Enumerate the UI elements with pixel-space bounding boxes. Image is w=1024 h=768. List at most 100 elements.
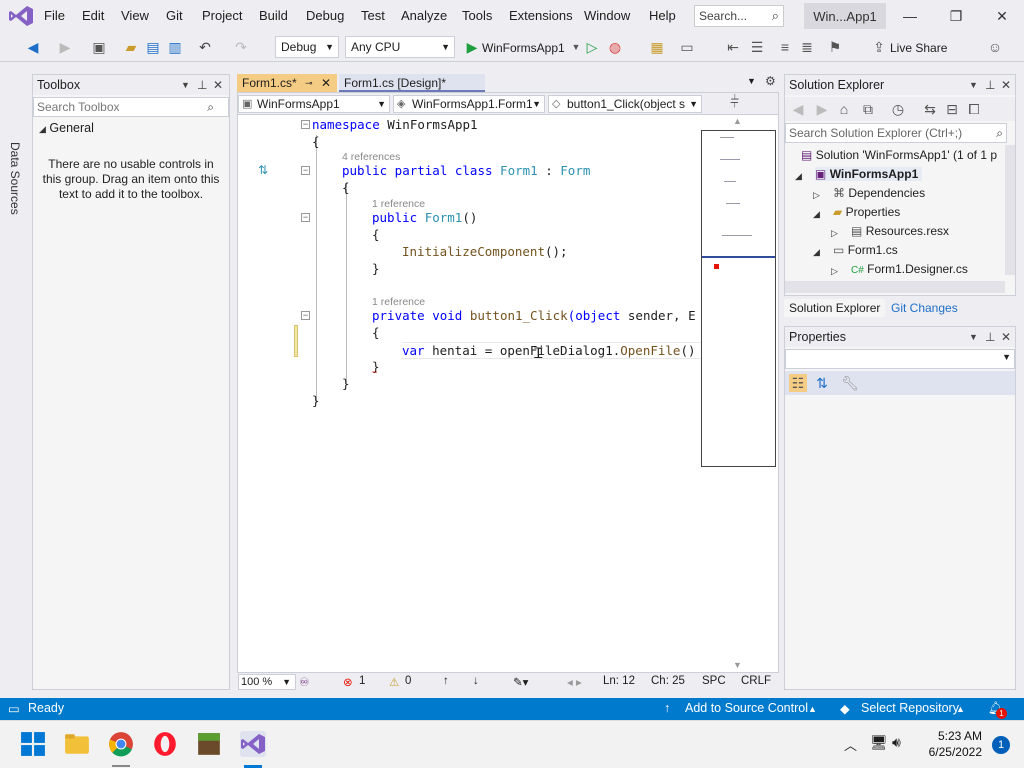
collapse-icon[interactable]: − — [301, 213, 310, 222]
code-line-brace[interactable]: } — [312, 393, 320, 408]
code-line-class[interactable]: public partial class Form1 : Form — [342, 163, 590, 178]
volume-icon[interactable]: 🔊︎ — [892, 734, 901, 751]
code-line-namespace[interactable]: namespace WinFormsApp1 — [312, 117, 478, 132]
back-icon[interactable]: ◀ — [24, 38, 42, 56]
restore-icon[interactable]: ❐ — [936, 4, 976, 28]
scroll-down-icon[interactable]: ▼ — [733, 660, 742, 670]
zoom-select[interactable]: 100 % ▼ — [238, 674, 296, 690]
code-line-current[interactable]: var hentai = openFileDialog1.OpenFile() — [402, 342, 702, 359]
menu-test[interactable]: Test — [361, 8, 385, 23]
uncomment-icon[interactable]: ≣ — [798, 38, 816, 56]
menu-view[interactable]: View — [121, 8, 149, 23]
layout-icon[interactable]: ▭ — [678, 38, 696, 56]
global-search-input[interactable]: Search... ⌕ — [694, 5, 784, 27]
tree-item-project[interactable]: ▣ WinFormsApp1 — [815, 167, 923, 181]
horizontal-scrollbar[interactable] — [785, 281, 1005, 293]
line-ending-indicator[interactable]: CRLF — [741, 675, 771, 687]
warning-icon[interactable]: ⚠ — [389, 675, 399, 689]
scroll-up-icon[interactable]: ▲ — [733, 116, 742, 126]
column-indicator[interactable]: Ch: 25 — [651, 675, 685, 687]
categorized-icon[interactable]: ☷ — [789, 374, 807, 392]
switch-views-icon[interactable]: ⧉ — [859, 100, 877, 118]
start-debug-icon[interactable]: ▶ — [463, 38, 481, 56]
format-icon[interactable]: ☰ — [748, 38, 766, 56]
code-line-brace[interactable]: } ~ — [372, 359, 380, 378]
collapse-icon[interactable]: − — [301, 311, 310, 320]
chevron-down-icon[interactable]: ▼ — [969, 75, 978, 95]
menu-build[interactable]: Build — [259, 8, 288, 23]
collapsed-arrow-icon[interactable]: ▷ — [831, 266, 838, 277]
close-icon[interactable]: ✕ — [1001, 327, 1011, 347]
tree-item-form1-designer[interactable]: C# Form1.Designer.cs — [851, 262, 968, 276]
toolbox-group-general[interactable]: ◢ General — [39, 121, 94, 135]
forward-icon[interactable]: ▶ — [813, 100, 831, 118]
show-all-files-icon[interactable]: ⧠ — [965, 100, 983, 118]
platform-select[interactable]: Any CPU ▼ — [345, 36, 455, 58]
chevron-down-icon[interactable]: ▼ — [747, 76, 756, 86]
data-sources-tab[interactable]: Data Sources — [8, 142, 22, 215]
collapse-icon[interactable]: − — [301, 120, 310, 129]
select-repository-button[interactable]: Select Repository — [861, 701, 959, 715]
home-icon[interactable]: ⌂ — [835, 100, 853, 118]
expanded-arrow-icon[interactable]: ◢ — [813, 209, 820, 220]
open-folder-icon[interactable]: ▰ — [122, 38, 140, 56]
menu-extensions[interactable]: Extensions — [509, 8, 573, 23]
close-icon[interactable]: ✕ — [321, 74, 331, 92]
menu-file[interactable]: File — [44, 8, 65, 23]
add-to-source-control-button[interactable]: Add to Source Control — [685, 701, 808, 715]
code-minimap[interactable] — [701, 130, 776, 467]
error-count[interactable]: 1 — [359, 675, 365, 687]
code-line-brace[interactable]: { — [342, 180, 350, 195]
tree-item-dependencies[interactable]: ⌘ Dependencies — [833, 186, 925, 200]
intellicode-icon[interactable]: ♾ — [299, 675, 309, 689]
align-icon[interactable]: ⇤ — [724, 38, 742, 56]
expanded-arrow-icon[interactable]: ◢ — [795, 171, 802, 182]
code-line-method[interactable]: private void button1_Click(object sender… — [372, 308, 696, 323]
menu-git[interactable]: Git — [166, 8, 183, 23]
collapsed-arrow-icon[interactable]: ▷ — [813, 190, 820, 201]
properties-object-select[interactable]: ▼ — [785, 349, 1015, 369]
chevron-down-icon[interactable]: ▼ — [969, 327, 978, 347]
menu-debug[interactable]: Debug — [306, 8, 344, 23]
windows-start-icon[interactable] — [20, 731, 46, 757]
quick-action-icon[interactable]: ⇅ — [258, 163, 268, 177]
tree-item-solution[interactable]: ▤ Solution 'WinFormsApp1' (1 of 1 p — [801, 148, 997, 162]
save-icon[interactable]: ▤ — [144, 38, 162, 56]
pin-icon[interactable]: ⊥ — [985, 75, 995, 95]
pin-icon[interactable]: ⊸ — [305, 74, 313, 92]
code-lens-references[interactable]: 4 references — [342, 151, 400, 163]
redo-icon[interactable]: ↷ — [232, 38, 250, 56]
chevron-down-icon[interactable]: ▼ — [181, 75, 190, 95]
toolbox-search-input[interactable]: Search Toolbox ⌕ — [33, 97, 229, 117]
minimize-icon[interactable]: — — [890, 4, 930, 28]
new-project-icon[interactable]: ▣ — [90, 38, 108, 56]
minecraft-icon[interactable] — [196, 731, 222, 757]
opera-icon[interactable] — [152, 731, 178, 757]
menu-help[interactable]: Help — [649, 8, 676, 23]
next-issue-icon[interactable]: ↓ — [473, 675, 479, 687]
configuration-select[interactable]: Debug ▼ — [275, 36, 339, 58]
menu-edit[interactable]: Edit — [82, 8, 104, 23]
pin-icon[interactable]: ⊥ — [197, 75, 207, 95]
tree-item-resources[interactable]: ▤ Resources.resx — [851, 224, 949, 238]
tab-solution-explorer[interactable]: Solution Explorer — [784, 299, 886, 317]
error-icon[interactable]: ⊗ — [343, 675, 353, 689]
notification-center-badge[interactable]: 1 — [992, 736, 1010, 754]
tab-form1-designer[interactable]: Form1.cs [Design]* — [339, 74, 485, 92]
code-editor[interactable]: ▣ WinFormsApp1 ▼ ◈ WinFormsApp1.Form1 ▼ … — [237, 92, 779, 690]
hot-reload-icon[interactable]: ◍ — [606, 38, 624, 56]
menu-analyze[interactable]: Analyze — [401, 8, 447, 23]
code-lens-references[interactable]: 1 reference — [372, 198, 425, 210]
close-icon[interactable]: ✕ — [982, 4, 1022, 28]
solution-explorer-search-input[interactable]: Search Solution Explorer (Ctrl+;) ⌕ — [785, 123, 1007, 143]
type-select[interactable]: ◈ WinFormsApp1.Form1 ▼ — [393, 95, 545, 113]
chrome-icon[interactable] — [108, 731, 134, 757]
browse-icon[interactable]: ▦ — [648, 38, 666, 56]
toolbox-empty-message[interactable]: There are no usable controls in this gro… — [41, 157, 221, 202]
start-without-debug-icon[interactable]: ▷ — [583, 38, 601, 56]
warning-count[interactable]: 0 — [405, 675, 411, 687]
code-line-brace[interactable]: } — [372, 261, 380, 276]
menu-project[interactable]: Project — [202, 8, 242, 23]
chevron-up-icon[interactable]: ︿ — [844, 735, 857, 754]
live-share-button[interactable]: Live Share — [890, 41, 947, 55]
